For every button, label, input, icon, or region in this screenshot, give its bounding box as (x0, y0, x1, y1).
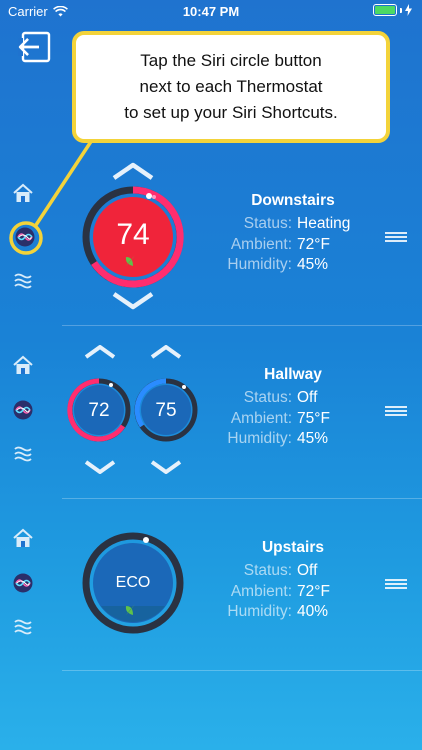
cool-setpoint-hallway: 75 (155, 400, 177, 421)
humidity-label: Humidity: (227, 256, 292, 273)
battery-icon (373, 4, 397, 16)
humidity-value: 40% (297, 603, 329, 620)
status-label: Status: (243, 562, 292, 579)
heat-setpoint-hallway: 72 (88, 400, 110, 421)
row-divider (62, 670, 422, 671)
layers-icon[interactable] (12, 616, 34, 638)
thermostat-row-downstairs: 74 Downstairs Status: Heating Ambient: 72°… (0, 152, 422, 325)
status-value: Heating (297, 215, 351, 232)
callout-line-3: to set up your Siri Shortcuts. (124, 103, 338, 122)
ambient-value: 72°F (297, 582, 330, 600)
home-icon[interactable] (12, 527, 34, 549)
callout-line-1: Tap the Siri circle button (140, 51, 322, 70)
chevron-down-icon[interactable] (112, 292, 154, 310)
setpoint-downstairs: 74 (116, 218, 150, 251)
thermostat-row-hallway: 72 75 Hallway Status: Off Ambient: 75°F Hu… (0, 326, 422, 499)
home-icon[interactable] (12, 354, 34, 376)
humidity-value: 45% (297, 430, 329, 447)
eco-mode-label: ECO (115, 574, 151, 591)
heat-chevron-down-icon[interactable] (84, 460, 116, 474)
layers-icon[interactable] (12, 443, 34, 465)
callout-line-2: next to each Thermostat (139, 77, 323, 96)
back-arrow-icon[interactable] (18, 30, 52, 64)
thermostat-name: Upstairs (261, 539, 325, 556)
layers-icon[interactable] (12, 270, 34, 292)
cool-chevron-down-icon[interactable] (150, 460, 182, 474)
thermostat-info-hallway: Hallway Status: Off Ambient: 75°F Humidity… (200, 366, 370, 450)
humidity-label: Humidity: (227, 430, 292, 447)
heat-chevron-up-icon[interactable] (84, 345, 116, 359)
siri-icon[interactable] (13, 400, 33, 420)
status-value: Off (297, 562, 318, 579)
home-icon[interactable] (12, 182, 34, 204)
ambient-value: 72°F (297, 235, 330, 253)
clock: 10:47 PM (182, 4, 240, 19)
humidity-value: 45% (297, 256, 329, 273)
reorder-handle-icon[interactable] (385, 232, 407, 242)
siri-tip-callout: Tap the Siri circle button next to each … (72, 31, 390, 143)
cool-chevron-up-icon[interactable] (150, 345, 182, 359)
reorder-handle-icon[interactable] (385, 579, 407, 589)
siri-icon[interactable] (13, 573, 33, 593)
ambient-label: Ambient: (230, 235, 292, 253)
reorder-handle-icon[interactable] (385, 406, 407, 416)
status-value: Off (297, 389, 318, 406)
ambient-label: Ambient: (230, 582, 292, 600)
thermostat-name: Downstairs (251, 192, 335, 209)
thermostat-info-downstairs: Downstairs Status: Heating Ambient: 72°F H… (200, 192, 370, 276)
humidity-label: Humidity: (227, 603, 292, 620)
ambient-label: Ambient: (230, 409, 292, 427)
ambient-value: 75°F (297, 409, 330, 427)
thermostat-name: Hallway (264, 366, 322, 383)
chevron-up-icon[interactable] (112, 162, 154, 180)
thermostat-row-upstairs: ECO Upstairs Status: Off Ambient: 72°F Hum… (0, 499, 422, 672)
status-label: Status: (243, 389, 292, 406)
siri-icon[interactable] (15, 227, 35, 247)
thermostat-info-upstairs: Upstairs Status: Off Ambient: 72°F Humidit… (200, 539, 370, 623)
status-label: Status: (243, 215, 292, 232)
charging-icon (405, 4, 412, 16)
status-bar: Carrier 10:47 PM (0, 0, 422, 22)
battery-indicator (373, 4, 412, 16)
